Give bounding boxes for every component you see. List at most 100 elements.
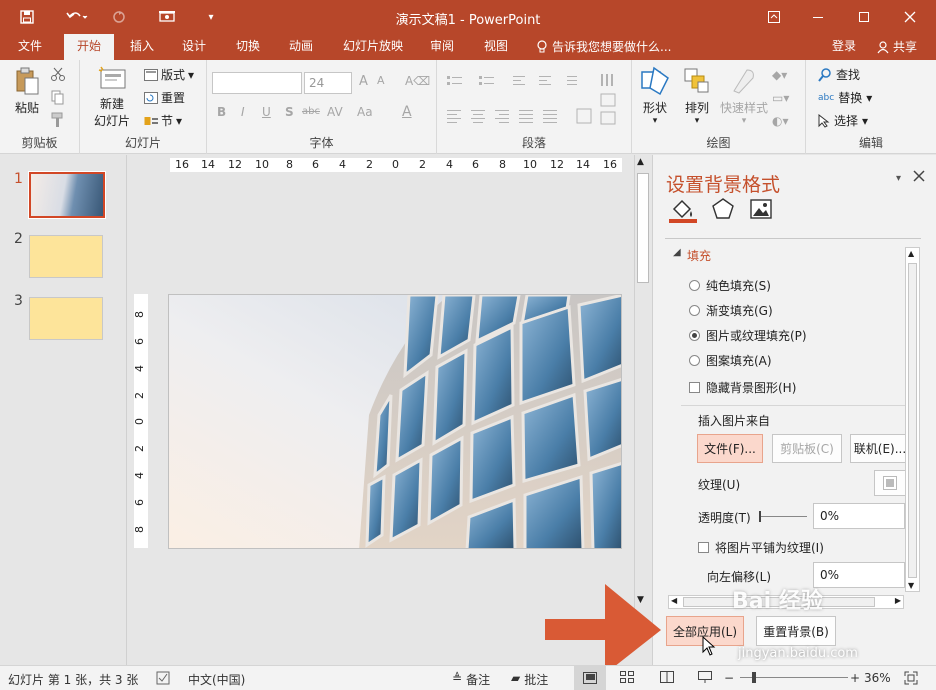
tab-home[interactable]: 开始	[64, 34, 114, 60]
pane-vertical-scrollbar[interactable]: ▲ ▼	[905, 247, 920, 592]
clear-format-icon[interactable]: A⌫	[405, 74, 430, 88]
shape-outline-icon[interactable]: ▭▾	[772, 91, 789, 105]
pane-scroll-up-icon[interactable]: ▲	[908, 249, 914, 258]
section-button[interactable]: 节 ▾	[144, 112, 182, 129]
zoom-out-icon[interactable]: −	[724, 671, 734, 685]
tab-slideshow[interactable]: 幻灯片放映	[334, 34, 412, 60]
minimize-icon[interactable]	[800, 0, 836, 34]
slide-thumbnail-1[interactable]	[28, 171, 106, 219]
zoom-in-icon[interactable]: +	[850, 671, 860, 685]
new-slide-button[interactable]: 新建 幻灯片	[92, 66, 132, 129]
bold-button[interactable]: B	[217, 105, 226, 119]
maximize-icon[interactable]	[846, 0, 882, 34]
zoom-slider-track[interactable]	[740, 677, 848, 678]
slide-sorter-icon[interactable]	[620, 671, 634, 686]
paste-button[interactable]: 粘贴	[10, 66, 44, 116]
font-name-input[interactable]	[212, 72, 302, 94]
shrink-font-button[interactable]: A	[377, 74, 385, 87]
char-spacing-button[interactable]: AV	[327, 105, 343, 119]
paragraph-tools-icon[interactable]	[443, 74, 628, 136]
tab-insert[interactable]: 插入	[120, 34, 164, 60]
solid-fill-radio[interactable]: 纯色填充(S)	[689, 277, 771, 294]
gradient-fill-radio[interactable]: 渐变填充(G)	[689, 302, 773, 319]
font-color-button[interactable]: A	[402, 104, 412, 120]
clipboard-button[interactable]: 剪贴板(C)	[772, 434, 842, 463]
tab-design[interactable]: 设计	[172, 34, 216, 60]
shadow-button[interactable]: S	[285, 105, 294, 119]
cut-icon[interactable]	[50, 66, 66, 85]
scroll-thumb[interactable]	[637, 173, 649, 283]
zoom-level[interactable]: 36%	[864, 671, 891, 685]
transparency-slider[interactable]	[759, 516, 807, 517]
italic-button[interactable]: I	[241, 105, 245, 119]
grow-font-button[interactable]: A	[359, 74, 368, 89]
share-button[interactable]: 共享	[866, 34, 928, 60]
zoom-slider-thumb[interactable]	[752, 672, 756, 683]
slide-thumbnail-2[interactable]	[29, 235, 103, 278]
reset-button[interactable]: 重置	[144, 89, 185, 106]
tell-me-box[interactable]: 告诉我您想要做什么...	[536, 34, 676, 60]
close-icon[interactable]	[892, 0, 928, 34]
ribbon-display-options-icon[interactable]	[756, 0, 792, 34]
font-size-input[interactable]: 24	[304, 72, 352, 94]
replace-button[interactable]: abc 替换 ▾	[818, 89, 872, 106]
tab-review[interactable]: 审阅	[420, 34, 464, 60]
offset-left-input[interactable]: 0%	[813, 562, 905, 588]
change-case-button[interactable]: Aa	[357, 105, 373, 119]
login-link[interactable]: 登录	[826, 34, 862, 60]
tab-animations[interactable]: 动画	[279, 34, 323, 60]
section-collapse-icon[interactable]: ◢	[673, 247, 681, 258]
online-button[interactable]: 联机(E)...	[850, 434, 910, 463]
tab-view[interactable]: 视图	[474, 34, 518, 60]
pattern-fill-radio[interactable]: 图案填充(A)	[689, 352, 772, 369]
select-cursor-icon	[818, 113, 830, 128]
current-slide[interactable]	[168, 294, 622, 549]
fill-tab-icon[interactable]	[669, 197, 697, 226]
shapes-button[interactable]: 形状 ▾	[638, 66, 672, 126]
comments-button[interactable]: ▰ 批注	[511, 671, 548, 688]
underline-button[interactable]: U	[262, 105, 271, 119]
watermark-brand: Bai 经验	[732, 589, 823, 614]
transparency-input[interactable]: 0%	[813, 503, 905, 529]
select-label: 选择	[834, 114, 859, 128]
reading-view-icon[interactable]	[660, 671, 674, 686]
fit-to-window-icon[interactable]	[904, 671, 918, 688]
file-button[interactable]: 文件(F)...	[697, 434, 763, 463]
shape-effects-icon[interactable]: ◐▾	[772, 114, 789, 128]
scroll-up-icon[interactable]: ▲	[637, 157, 644, 167]
pane-options-icon[interactable]: ▾	[896, 173, 901, 184]
transparency-slider-thumb[interactable]	[759, 511, 761, 522]
notes-button[interactable]: ≜ 备注	[452, 671, 490, 688]
picture-tab-icon[interactable]	[749, 197, 773, 224]
section-fill-header[interactable]: 填充	[687, 247, 711, 264]
slideshow-view-icon[interactable]	[698, 671, 712, 686]
format-painter-icon[interactable]	[50, 112, 66, 131]
slide-thumbnail-3[interactable]	[29, 297, 103, 340]
layout-button[interactable]: 版式 ▾	[144, 66, 194, 83]
shape-fill-icon[interactable]: ◆▾	[772, 68, 787, 82]
pane-scroll-thumb[interactable]	[908, 263, 917, 578]
select-button[interactable]: 选择 ▾	[818, 112, 868, 129]
reset-background-button[interactable]: 重置背景(B)	[756, 616, 836, 646]
effects-tab-icon[interactable]	[711, 197, 735, 224]
arrange-button[interactable]: 排列 ▾	[680, 66, 714, 126]
strikethrough-button[interactable]: abc	[302, 106, 320, 117]
quick-styles-button[interactable]: 快速样式 ▾	[720, 66, 768, 126]
pane-close-icon[interactable]	[913, 170, 925, 185]
editor-vertical-scrollbar[interactable]: ▲ ▼	[634, 155, 651, 610]
language-indicator[interactable]: 中文(中国)	[188, 671, 245, 688]
pane-scroll-left-icon[interactable]: ◀	[671, 596, 677, 605]
hide-bg-graphics-checkbox[interactable]: 隐藏背景图形(H)	[689, 379, 796, 396]
tab-transitions[interactable]: 切换	[226, 34, 270, 60]
normal-view-button[interactable]	[574, 666, 606, 690]
spelling-icon[interactable]	[156, 671, 170, 688]
find-label: 查找	[836, 68, 861, 82]
copy-icon[interactable]	[50, 90, 68, 109]
pane-scroll-down-icon[interactable]: ▼	[908, 581, 914, 590]
pane-scroll-right-icon[interactable]: ▶	[895, 596, 901, 605]
find-button[interactable]: 查找	[818, 66, 860, 83]
texture-picker[interactable]	[874, 470, 906, 496]
tab-file[interactable]: 文件	[6, 34, 54, 60]
tile-checkbox[interactable]: 将图片平铺为纹理(I)	[698, 539, 824, 556]
picture-fill-radio[interactable]: 图片或纹理填充(P)	[689, 327, 807, 344]
